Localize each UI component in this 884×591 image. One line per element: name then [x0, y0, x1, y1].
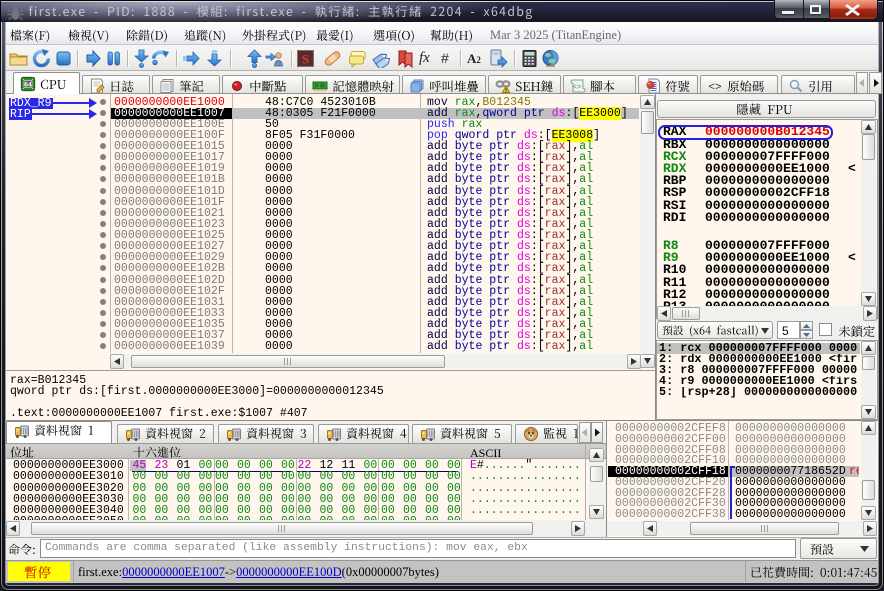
svg-text:S: S — [302, 52, 309, 67]
svg-text:<>: <> — [573, 84, 581, 92]
svg-text:64: 64 — [24, 82, 32, 89]
